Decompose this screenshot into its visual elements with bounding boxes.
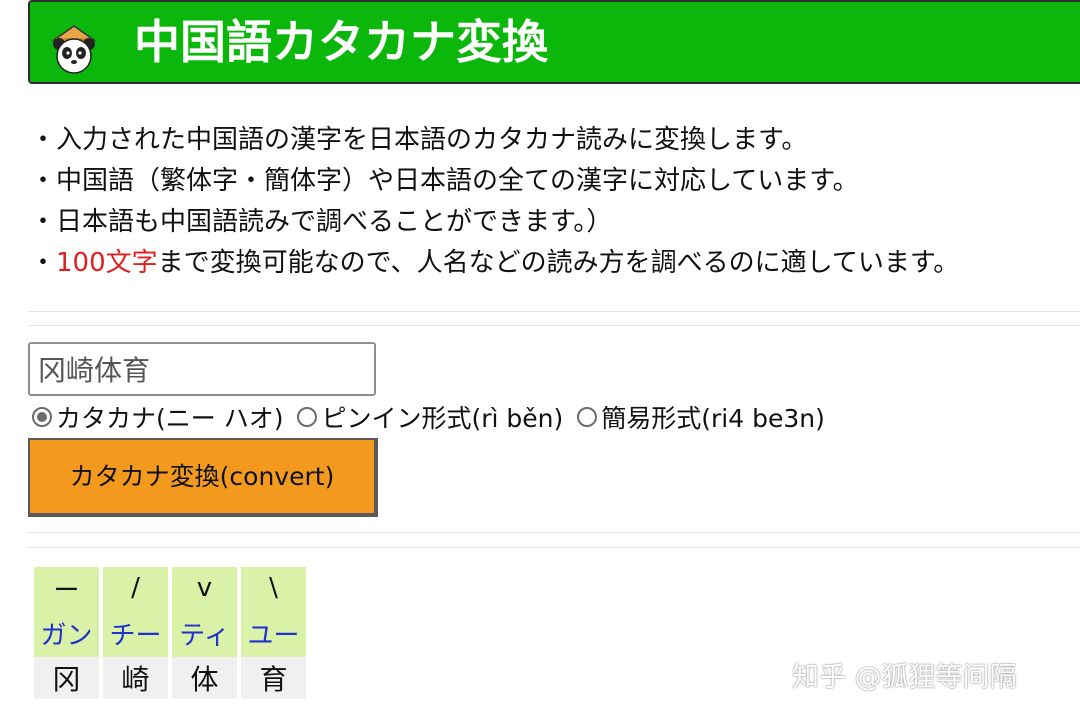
page-title: 中国語カタカナ変換 [134,15,548,69]
katakana-cell: ガン [34,609,99,657]
tone-cell: v [172,567,237,609]
radio-pinyin[interactable]: ピンイン形式(rì běn) [297,399,563,435]
intro-line-4-rest: まで変換可能なので、人名などの読み方を調べるのに適しています。 [157,248,960,278]
divider [28,547,1080,548]
kanji-cell: 育 [241,657,306,699]
intro-line-4-prefix: ・ [30,248,57,278]
divider [28,532,1080,533]
radio-katakana[interactable]: カタカナ(ニー ハオ) [32,399,283,435]
katakana-cell: ユー [241,609,306,657]
katakana-cell: ティ [172,609,237,657]
intro-line-3: ・日本語も中国語読みで調べることができます。） [30,207,613,237]
watermark: 知乎 @狐狸等间隔 [792,662,1017,693]
app-header: 中国語カタカナ変換 [28,0,1080,84]
radio-pinyin-icon[interactable] [297,407,318,427]
intro-line-4: ・100文字まで変換可能なので、人名などの読み方を調べるのに適しています。 [30,243,959,284]
divider [28,311,1080,312]
char-limit-highlight: 100文字 [56,248,158,278]
kanji-cell: 体 [172,657,237,699]
tone-cell: ー [34,567,99,609]
output-format-options: カタカナ(ニー ハオ) ピンイン形式(rì běn) 簡易形式(ri4 be3n… [32,398,839,436]
tone-row: ー / v \ [34,567,306,609]
tone-cell: \ [241,567,306,609]
intro-line-1: ・入力された中国語の漢字を日本語のカタカナ読みに変換します。 [30,125,808,155]
intro-list: ・入力された中国語の漢字を日本語のカタカナ読みに変換します。 ・中国語（繁体字・… [30,120,959,284]
radio-katakana-checked-icon[interactable] [32,407,52,427]
intro-line-2: ・中国語（繁体字・簡体字）や日本語の全ての漢字に対応しています。 [30,166,859,196]
chinese-text-input[interactable] [28,342,376,396]
radio-simple-label: 簡易形式(ri4 be3n) [601,404,825,433]
convert-button[interactable]: カタカナ変換(convert) [28,438,378,517]
radio-pinyin-label: ピンイン形式(rì běn) [321,404,564,433]
radio-katakana-label: カタカナ(ニー ハオ) [56,404,284,433]
katakana-row: ガン チー ティ ユー [34,609,306,657]
panda-logo-icon [51,25,97,74]
radio-simple-icon[interactable] [577,407,598,427]
conversion-result-table: ー / v \ ガン チー ティ ユー 冈 崎 体 育 [30,567,310,699]
kanji-row: 冈 崎 体 育 [34,657,306,699]
tone-cell: / [103,567,168,609]
kanji-cell: 冈 [34,657,99,699]
katakana-cell: チー [103,609,168,657]
kanji-cell: 崎 [103,657,168,699]
divider [28,325,1080,326]
radio-simple[interactable]: 簡易形式(ri4 be3n) [577,399,825,435]
